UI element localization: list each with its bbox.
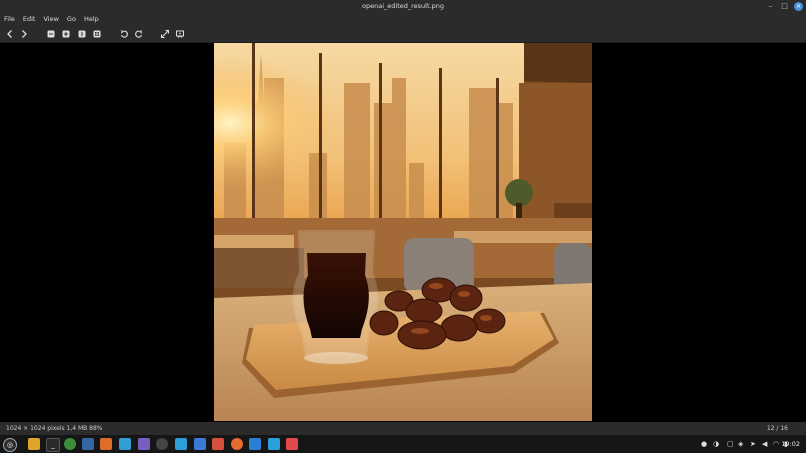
app-icon[interactable] xyxy=(82,438,94,450)
vs-icon[interactable] xyxy=(119,438,131,450)
fullscreen-icon[interactable] xyxy=(159,28,171,40)
zoom-1to1-icon[interactable] xyxy=(76,28,88,40)
zoom-out-icon[interactable] xyxy=(45,28,57,40)
vscode-icon[interactable] xyxy=(249,438,261,450)
network-icon[interactable]: ◑ xyxy=(713,439,719,449)
app-icon[interactable] xyxy=(138,438,150,450)
app-window: openai_edited_result.png – □ ✕ File Edit… xyxy=(0,0,806,453)
menu-go[interactable]: Go xyxy=(67,13,76,26)
taskbar: ◎ _ ● ◑ ▢ ◈ ➤ ◀ ◠ ▮ 19:02 xyxy=(0,435,806,453)
forward-icon[interactable] xyxy=(18,28,30,40)
rotate-right-icon[interactable] xyxy=(133,28,145,40)
wifi-icon[interactable]: ◠ xyxy=(773,439,779,449)
terminal-icon[interactable]: _ xyxy=(46,438,60,452)
maximize-icon[interactable]: □ xyxy=(780,2,789,11)
window-controls: – □ ✕ xyxy=(766,2,803,11)
image-viewer-icon[interactable] xyxy=(286,438,298,450)
app-icon[interactable] xyxy=(212,438,224,450)
zoom-fit-icon[interactable] xyxy=(91,28,103,40)
menu-bar: File Edit View Go Help xyxy=(0,13,806,26)
chrome-icon[interactable] xyxy=(64,438,76,450)
firefox-icon[interactable] xyxy=(231,438,243,450)
image-counter: 12 / 16 xyxy=(766,425,788,432)
close-icon[interactable]: ✕ xyxy=(794,2,803,11)
brave-icon[interactable] xyxy=(100,438,112,450)
menu-file[interactable]: File xyxy=(4,13,15,26)
zoom-in-icon[interactable] xyxy=(60,28,72,40)
image-viewport[interactable] xyxy=(0,43,806,422)
status-bar: 1024 × 1024 pixels 1,4 MB 88% 12 / 16 xyxy=(0,422,806,435)
displayed-photo xyxy=(214,43,592,421)
window-title: openai_edited_result.png xyxy=(362,2,444,10)
telegram-tray-icon[interactable]: ➤ xyxy=(750,439,756,449)
shield-icon[interactable]: ◈ xyxy=(738,439,743,449)
minimize-icon[interactable]: – xyxy=(766,2,775,11)
clock[interactable]: 19:02 xyxy=(781,435,800,453)
rotate-left-icon[interactable] xyxy=(118,28,130,40)
volume-icon[interactable]: ◀ xyxy=(762,439,767,449)
docs-icon[interactable] xyxy=(194,438,206,450)
settings-icon[interactable] xyxy=(156,438,168,450)
telegram-icon[interactable] xyxy=(268,438,280,450)
clipboard-icon[interactable]: ▢ xyxy=(727,439,734,449)
menu-edit[interactable]: Edit xyxy=(23,13,36,26)
toolbar xyxy=(0,26,806,43)
back-icon[interactable] xyxy=(4,28,16,40)
telegram-icon[interactable] xyxy=(175,438,187,450)
image-info: 1024 × 1024 pixels 1,4 MB 88% xyxy=(6,425,103,432)
menu-icon[interactable]: ◎ xyxy=(3,438,17,452)
title-bar: openai_edited_result.png – □ ✕ xyxy=(0,0,806,13)
menu-help[interactable]: Help xyxy=(84,13,99,26)
menu-view[interactable]: View xyxy=(43,13,58,26)
slideshow-icon[interactable] xyxy=(174,28,186,40)
files-icon[interactable] xyxy=(28,438,40,450)
tray-dot-icon[interactable]: ● xyxy=(701,439,707,449)
